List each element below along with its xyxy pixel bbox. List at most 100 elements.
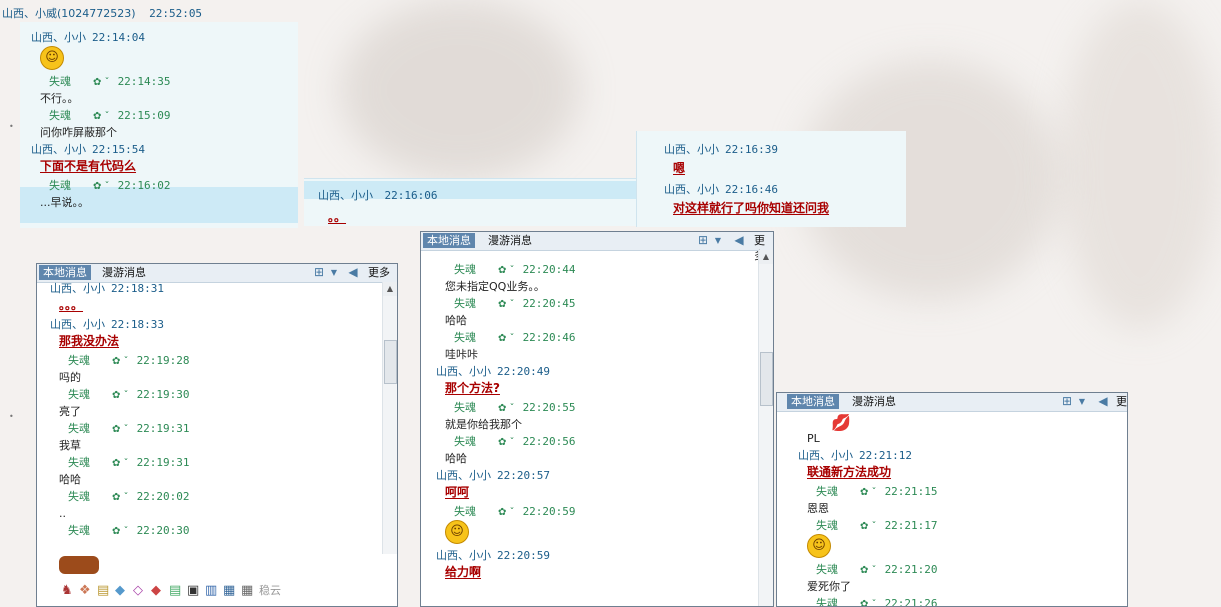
name-line: 山西、小小 22:14:04 [31, 31, 145, 44]
sender-line: 失魂 ✿ ˇ 22:20:44 [454, 263, 576, 277]
message-time: 22:15:09 [117, 109, 171, 122]
card-icon[interactable]: ▤ [97, 583, 115, 598]
sender-line: 失魂 ✿ ˇ 22:20:45 [454, 297, 576, 311]
diamond-icon[interactable]: ◇ [133, 583, 151, 598]
sender-name: 失魂 [68, 490, 90, 503]
gift-icon[interactable]: ❖ [79, 583, 97, 598]
sender-line: 失魂 ✿ ˇ 22:20:56 [454, 435, 576, 449]
message-text: 不行。。 [40, 92, 79, 105]
name-line: 山西、小小 22:20:49 [436, 365, 550, 378]
speaker-icon[interactable]: ◀ [731, 233, 747, 248]
message-text: 哇咔咔 [445, 348, 478, 361]
tab-roaming-messages[interactable]: 漫游消息 [485, 233, 535, 248]
sender-name: 失魂 [454, 505, 476, 518]
flower-icon: ✿ ˇ [498, 437, 515, 448]
more-button[interactable]: 更多 [365, 265, 393, 280]
message-time: 22:21:26 [884, 597, 938, 607]
sender-line: 失魂 ✿ ˇ 22:20:02 [68, 490, 190, 504]
flower-icon: ✿ ˇ [498, 403, 515, 414]
message-time: 22:20:45 [522, 297, 576, 310]
message-time: 22:20:59 [522, 505, 576, 518]
sender-name: 山西、小小 [318, 189, 373, 202]
disk-icon[interactable]: ▦ [223, 583, 241, 598]
sender-line: 失魂 ✿ ˇ 22:20:30 [68, 524, 190, 538]
sender-line: 失魂 ✿ ˇ 22:15:09 [49, 109, 171, 123]
speaker-icon[interactable]: ◀ [345, 265, 361, 280]
sender-line: 失魂 ✿ ˇ 22:20:46 [454, 331, 576, 345]
chevron-down-icon[interactable]: ▼ [1074, 394, 1090, 409]
tab-roaming-messages[interactable]: 漫游消息 [849, 394, 899, 409]
flower-icon: ✿ ˇ [112, 458, 129, 469]
tab-local-messages[interactable]: 本地消息 [423, 233, 475, 248]
message-text: 哈哈 [59, 473, 81, 486]
sender-name: 失魂 [68, 354, 90, 367]
message-time: 22:14:35 [117, 75, 171, 88]
bold-message: 那个方法? [445, 381, 500, 395]
message-time: 22:20:46 [522, 331, 576, 344]
tab-roaming-messages[interactable]: 漫游消息 [99, 265, 149, 280]
phone-icon[interactable]: ▥ [205, 583, 223, 598]
scroll-thumb[interactable] [760, 352, 773, 406]
message-time: 22:20:49 [497, 365, 550, 378]
scroll-up-icon[interactable]: ▲ [383, 282, 397, 296]
speaker-icon[interactable]: ◀ [1095, 394, 1111, 409]
chevron-down-icon[interactable]: ▼ [710, 233, 726, 248]
sender-name: 失魂 [454, 401, 476, 414]
message-time: 22:16:39 [725, 143, 778, 156]
sender-line: 失魂 ✿ ˇ 22:21:15 [816, 485, 938, 499]
sender-line: 失魂 ✿ ˇ 22:20:55 [454, 401, 576, 415]
sender-line: 失魂 ✿ ˇ 22:21:26 [816, 597, 938, 607]
scroll-thumb[interactable] [384, 340, 397, 384]
tab-local-messages[interactable]: 本地消息 [787, 394, 839, 409]
tab-local-messages[interactable]: 本地消息 [39, 265, 91, 280]
flower-icon: ✿ ˇ [860, 521, 877, 532]
message-text: 哈哈 [445, 452, 467, 465]
input-area: ♞ ❖ ▤ ◆ ◇ ◆ ▤ ▣ ▥ ▦ ▦ 稳云 [37, 554, 397, 606]
flower-icon: ✿ ˇ [498, 265, 515, 276]
tab-bar: 本地消息 漫游消息 ⊞ ▼ ◀ 更多 [421, 232, 773, 262]
sender-name: 山西、小小 [31, 31, 86, 44]
scrollbar[interactable]: ▲ [382, 282, 397, 556]
card-icon[interactable]: ▤ [169, 583, 187, 598]
message-text: 哈哈 [445, 314, 467, 327]
sender-line: 失魂 ✿ ˇ 22:20:59 [454, 505, 576, 519]
add-contact-icon[interactable]: ⊞ [695, 233, 711, 248]
flower-icon: ✿ ˇ [112, 424, 129, 435]
add-contact-icon[interactable]: ⊞ [1059, 394, 1075, 409]
disk-icon[interactable]: ▦ [241, 583, 259, 598]
lock-icon[interactable]: ▣ [187, 583, 205, 598]
sender-name: 失魂 [68, 456, 90, 469]
flower-icon: ✿ ˇ [498, 333, 515, 344]
flower-icon: ✿ ˇ [860, 487, 877, 498]
message-text: ...早说。。 [40, 196, 89, 209]
bold-message: 联通新方法成功 [807, 465, 892, 479]
sender-name: 失魂 [816, 597, 838, 607]
add-contact-icon[interactable]: ⊞ [311, 265, 327, 280]
message-time: 22:19:28 [136, 354, 190, 367]
scroll-up-icon[interactable]: ▲ [759, 250, 773, 264]
sender-name: 山西、小小 [50, 282, 105, 295]
bold-message: 给力啊 [445, 565, 482, 579]
more-button[interactable]: 更多 [751, 233, 773, 262]
chevron-down-icon[interactable]: ▼ [326, 265, 342, 280]
sender-name: 山西、小小 [664, 143, 719, 156]
gem-icon[interactable]: ◆ [115, 583, 133, 598]
gem-icon[interactable]: ◆ [151, 583, 169, 598]
more-button[interactable]: 更 [1113, 394, 1127, 409]
message-time: 22:20:02 [136, 490, 190, 503]
qq-penguin-icon[interactable]: ♞ [61, 583, 79, 598]
chat-panel-1: 山西、小小 22:14:04 ☺ 失魂 ✿ ˇ 22:14:35 不行。。 失魂 ✿ ˇ 22:1… [20, 22, 298, 228]
sender-name: 失魂 [816, 485, 838, 498]
message-text: 亮了 [59, 405, 81, 418]
chat-panel-3: 山西、小小 22:16:39 嗯山西、小小 22:16:46 对这样就行了吗你知道还问我 [636, 131, 906, 227]
sender-name: 失魂 [454, 297, 476, 310]
sender-line: 失魂 ✿ ˇ 22:19:30 [68, 388, 190, 402]
bold-message: 对这样就行了吗你知道还问我 [673, 201, 830, 215]
flower-icon: ✿ ˇ [93, 77, 110, 88]
scrollbar[interactable]: ▲ [758, 250, 773, 606]
chat2-name-line: 山西、小小 22:16:06 [318, 189, 437, 202]
flower-icon: ✿ ˇ [93, 111, 110, 122]
chat2-bold-message: 。。 [328, 210, 347, 224]
message-time: 22:20:44 [522, 263, 576, 276]
name-line: 山西、小小 22:16:39 [664, 143, 778, 156]
